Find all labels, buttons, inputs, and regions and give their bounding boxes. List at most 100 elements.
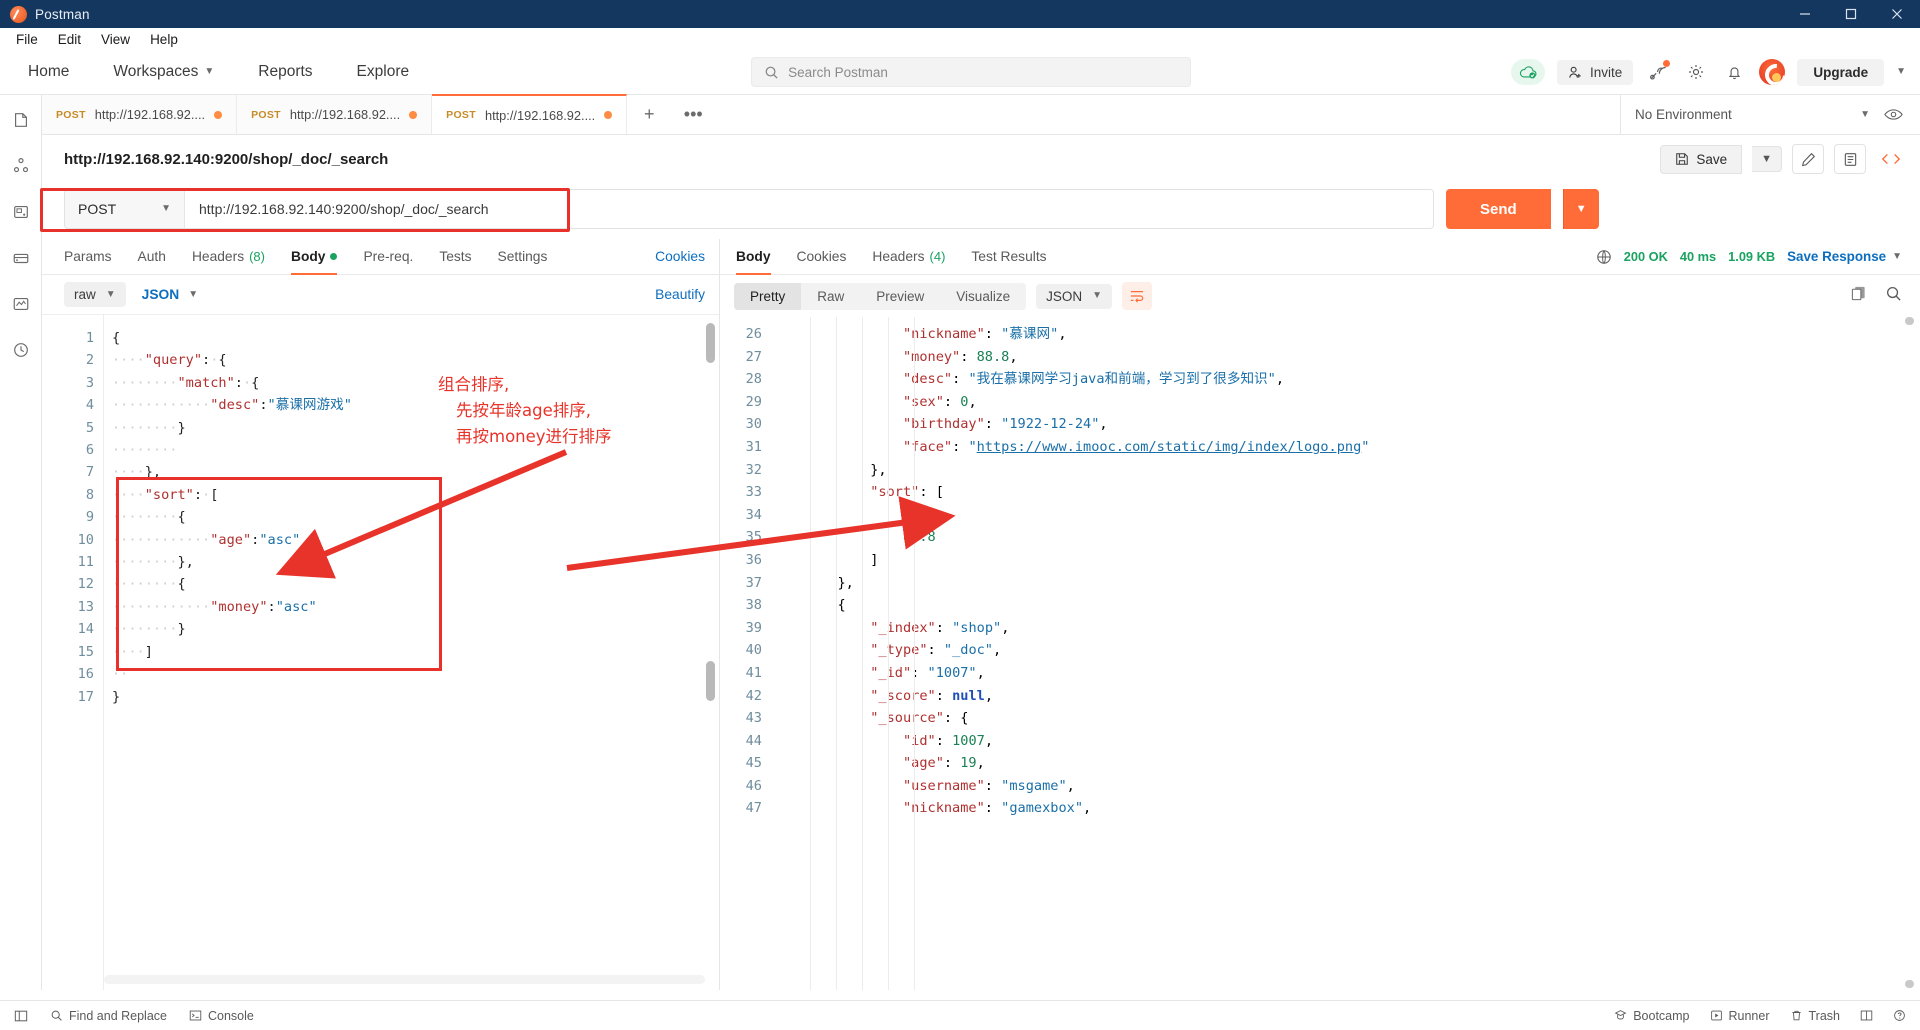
minimize-button[interactable] (1782, 0, 1828, 28)
two-pane-view-button[interactable] (1860, 1009, 1873, 1022)
sidebar-item-monitors[interactable] (8, 291, 34, 317)
request-editor-hscroll[interactable] (104, 975, 705, 984)
request-editor-scrollbar[interactable] (706, 323, 715, 363)
indent-guide (914, 317, 915, 990)
notifications-button[interactable] (1721, 59, 1747, 85)
tab-body[interactable]: Body (278, 239, 351, 275)
code-line: ········ (112, 442, 178, 459)
request-tab[interactable]: POST http://192.168.92.... (237, 95, 433, 134)
unsaved-indicator-icon (604, 111, 613, 119)
close-button[interactable] (1874, 0, 1920, 28)
sidebar-item-history[interactable] (8, 337, 34, 363)
response-view-raw[interactable]: Raw (801, 283, 860, 310)
environment-quick-look-button[interactable] (1880, 102, 1906, 128)
url-input[interactable]: http://192.168.92.140:9200/shop/_doc/_se… (185, 190, 1433, 228)
save-options-button[interactable]: ▼ (1752, 146, 1782, 172)
documentation-button[interactable] (1834, 144, 1866, 174)
trash-button[interactable]: Trash (1790, 1009, 1840, 1023)
save-response-button[interactable]: Save Response ▼ (1787, 249, 1902, 264)
response-view-preview[interactable]: Preview (860, 283, 940, 310)
comment-button[interactable] (1792, 144, 1824, 174)
bootcamp-button[interactable]: Bootcamp (1614, 1009, 1690, 1023)
request-tab-active[interactable]: POST http://192.168.92.... (432, 94, 628, 134)
invite-button[interactable]: Invite (1557, 59, 1634, 85)
sidebar-toggle-icon (14, 1010, 28, 1021)
code-line: ············"desc":"慕课网游戏" (112, 397, 352, 414)
code-line: ········} (112, 621, 186, 638)
console-button[interactable]: Console (189, 1009, 254, 1023)
find-and-replace-button[interactable]: Find and Replace (50, 1009, 167, 1023)
nav-explore[interactable]: Explore (335, 50, 432, 95)
toggle-sidebar-button[interactable] (14, 1009, 28, 1023)
nav-home[interactable]: Home (14, 50, 91, 95)
user-avatar[interactable] (1759, 59, 1786, 85)
response-view-visualize[interactable]: Visualize (940, 283, 1026, 310)
code-line: 88.8 (902, 529, 936, 546)
code-line: ····}, (112, 464, 162, 481)
response-search-button[interactable] (1885, 285, 1902, 307)
sidebar-item-collections[interactable] (8, 107, 34, 133)
request-editor-scrollbar-thumb[interactable] (706, 661, 715, 701)
request-tab-name: http://192.168.92.... (94, 107, 206, 122)
response-tab-headers[interactable]: Headers (4) (859, 239, 958, 275)
environment-icon (13, 206, 28, 218)
response-pane: Body Cookies Headers (4) Test Results 20… (720, 239, 1920, 990)
response-tab-test-results[interactable]: Test Results (958, 239, 1059, 275)
response-tab-cookies[interactable]: Cookies (784, 239, 860, 275)
upgrade-chevron-down-icon[interactable]: ▼ (1896, 67, 1906, 77)
menu-item-file[interactable]: File (6, 30, 48, 49)
request-line-numbers: 1 2 3 4 5 6 7 8 9 10 11 12 13 14 15 16 17 (56, 315, 104, 990)
response-view-pretty[interactable]: Pretty (734, 282, 802, 310)
nav-home-label: Home (28, 63, 70, 80)
tab-options-button[interactable]: ••• (671, 95, 715, 134)
nav-workspaces[interactable]: Workspaces ▼ (91, 50, 236, 95)
sidebar-item-environments[interactable] (8, 199, 34, 225)
tab-params-label: Params (64, 249, 112, 264)
send-button[interactable]: Send (1446, 189, 1551, 229)
menu-bar: File Edit View Help (0, 28, 1920, 50)
globe-icon (1596, 249, 1611, 264)
request-tab[interactable]: POST http://192.168.92.... (42, 95, 238, 134)
menu-item-edit[interactable]: Edit (48, 30, 91, 49)
save-button[interactable]: Save (1660, 144, 1743, 174)
code-snippet-button[interactable] (1876, 151, 1906, 167)
wrap-lines-button[interactable] (1122, 282, 1153, 310)
tab-tests[interactable]: Tests (426, 239, 484, 275)
request-body-editor[interactable]: 1 2 3 4 5 6 7 8 9 10 11 12 13 14 15 16 17 {····"query":·… (42, 315, 719, 990)
body-format-select[interactable]: JSON ▼ (142, 287, 198, 302)
menu-item-help[interactable]: Help (140, 30, 188, 49)
response-section-tabs: Body Cookies Headers (4) Test Results 20… (720, 239, 1920, 275)
runner-button[interactable]: Runner (1710, 1009, 1770, 1023)
help-button[interactable] (1893, 1009, 1906, 1022)
response-tab-body[interactable]: Body (736, 239, 784, 275)
new-tab-button[interactable]: + (627, 95, 671, 134)
tab-auth[interactable]: Auth (125, 239, 179, 275)
nav-reports[interactable]: Reports (236, 50, 334, 95)
tab-headers[interactable]: Headers (8) (179, 239, 278, 275)
copy-button[interactable] (1850, 285, 1867, 307)
http-method-select[interactable]: POST ▼ (65, 190, 185, 228)
cookies-link[interactable]: Cookies (655, 249, 705, 264)
announcements-button[interactable] (1645, 59, 1671, 85)
response-format-select[interactable]: JSON ▼ (1036, 283, 1113, 309)
tab-params[interactable]: Params (64, 239, 125, 275)
maximize-button[interactable] (1828, 0, 1874, 28)
environment-selector[interactable]: No Environment ▼ (1635, 107, 1870, 122)
upgrade-button[interactable]: Upgrade (1797, 58, 1885, 86)
sidebar-item-apis[interactable] (8, 153, 34, 179)
beautify-button[interactable]: Beautify (655, 287, 705, 302)
request-code[interactable]: {····"query":·{········"match":·{·······… (104, 315, 719, 990)
sync-status-icon[interactable] (1511, 59, 1546, 85)
code-line: "face": "https://www.imooc.com/static/im… (902, 438, 1370, 455)
settings-button[interactable] (1683, 59, 1709, 85)
search-input[interactable]: Search Postman (751, 57, 1192, 87)
tab-settings[interactable]: Settings (485, 239, 561, 275)
tab-prerequest[interactable]: Pre-req. (350, 239, 426, 275)
sidebar-item-mock-servers[interactable] (8, 245, 34, 271)
body-mode-select[interactable]: raw ▼ (64, 282, 126, 307)
send-options-button[interactable]: ▼ (1562, 189, 1599, 229)
response-body-viewer[interactable]: 26 27 28 29 30 31 32 33 34 35 36 37 38 39 40 41 42 43 44 45… (720, 317, 1920, 990)
menu-item-view[interactable]: View (91, 30, 140, 49)
gear-icon (1689, 64, 1704, 80)
save-label: Save (1696, 151, 1728, 167)
